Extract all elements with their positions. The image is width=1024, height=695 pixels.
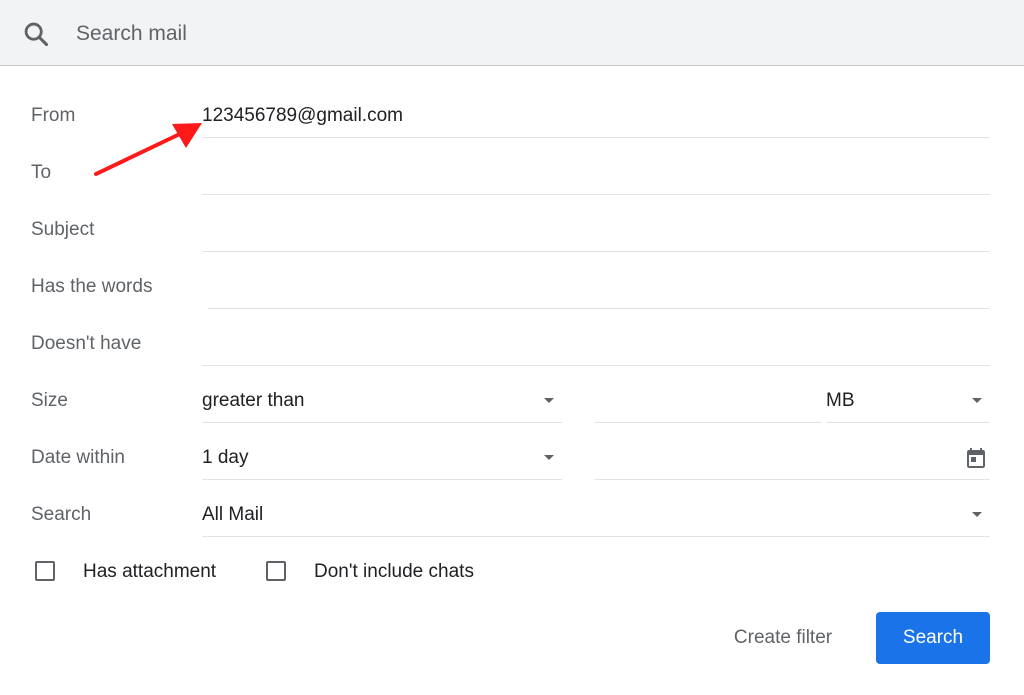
date-within-select[interactable]: 1 day xyxy=(202,438,562,480)
doesnt-have-field[interactable] xyxy=(202,324,990,364)
has-words-field[interactable] xyxy=(208,267,990,307)
search-bar xyxy=(0,0,1024,66)
from-label: From xyxy=(31,105,76,126)
from-field[interactable] xyxy=(202,96,990,136)
no-chats-label[interactable]: Don't include chats xyxy=(314,555,474,589)
size-unit-value: MB xyxy=(826,390,855,411)
size-row: Size greater than MB xyxy=(0,381,1024,438)
subject-field[interactable] xyxy=(202,210,990,250)
date-field[interactable] xyxy=(595,438,945,478)
doesnt-have-row: Doesn't have xyxy=(0,324,1024,381)
has-words-label: Has the words xyxy=(31,276,153,297)
doesnt-have-field-wrap xyxy=(202,324,990,366)
search-button[interactable]: Search xyxy=(876,612,990,664)
dropdown-arrow-icon xyxy=(972,512,982,517)
size-operator-select[interactable]: greater than xyxy=(202,381,562,423)
date-field-wrap xyxy=(595,438,990,480)
subject-field-wrap xyxy=(202,210,990,252)
dropdown-arrow-icon xyxy=(972,398,982,403)
search-input[interactable] xyxy=(76,16,676,52)
size-unit-select[interactable]: MB xyxy=(826,381,990,423)
no-chats-checkbox[interactable] xyxy=(266,561,286,581)
subject-label: Subject xyxy=(31,219,95,240)
subject-row: Subject xyxy=(0,210,1024,267)
search-in-select[interactable]: All Mail xyxy=(202,495,990,537)
to-row: To xyxy=(0,153,1024,210)
search-icon[interactable] xyxy=(22,20,50,48)
size-value-field-wrap xyxy=(595,381,822,423)
size-value-field[interactable] xyxy=(595,381,822,421)
from-field-wrap xyxy=(202,96,990,138)
has-attachment-checkbox[interactable] xyxy=(35,561,55,581)
dropdown-arrow-icon xyxy=(544,455,554,460)
calendar-icon[interactable] xyxy=(964,446,988,470)
date-within-row: Date within 1 day xyxy=(0,438,1024,495)
search-in-label: Search xyxy=(31,504,92,525)
has-attachment-label[interactable]: Has attachment xyxy=(83,555,216,589)
dropdown-arrow-icon xyxy=(544,398,554,403)
checkbox-row: Has attachment Don't include chats xyxy=(0,555,1024,591)
search-in-value: All Mail xyxy=(202,504,264,525)
has-words-row: Has the words xyxy=(0,267,1024,324)
from-row: From xyxy=(0,96,1024,153)
date-within-value: 1 day xyxy=(202,447,249,468)
create-filter-button[interactable]: Create filter xyxy=(718,612,848,664)
to-field[interactable] xyxy=(202,153,990,193)
has-words-field-wrap xyxy=(208,267,990,309)
size-label: Size xyxy=(31,390,68,411)
to-field-wrap xyxy=(202,153,990,195)
search-in-row: Search All Mail xyxy=(0,495,1024,552)
date-within-label: Date within xyxy=(31,447,125,468)
doesnt-have-label: Doesn't have xyxy=(31,333,142,354)
to-label: To xyxy=(31,162,52,183)
size-operator-value: greater than xyxy=(202,390,305,411)
